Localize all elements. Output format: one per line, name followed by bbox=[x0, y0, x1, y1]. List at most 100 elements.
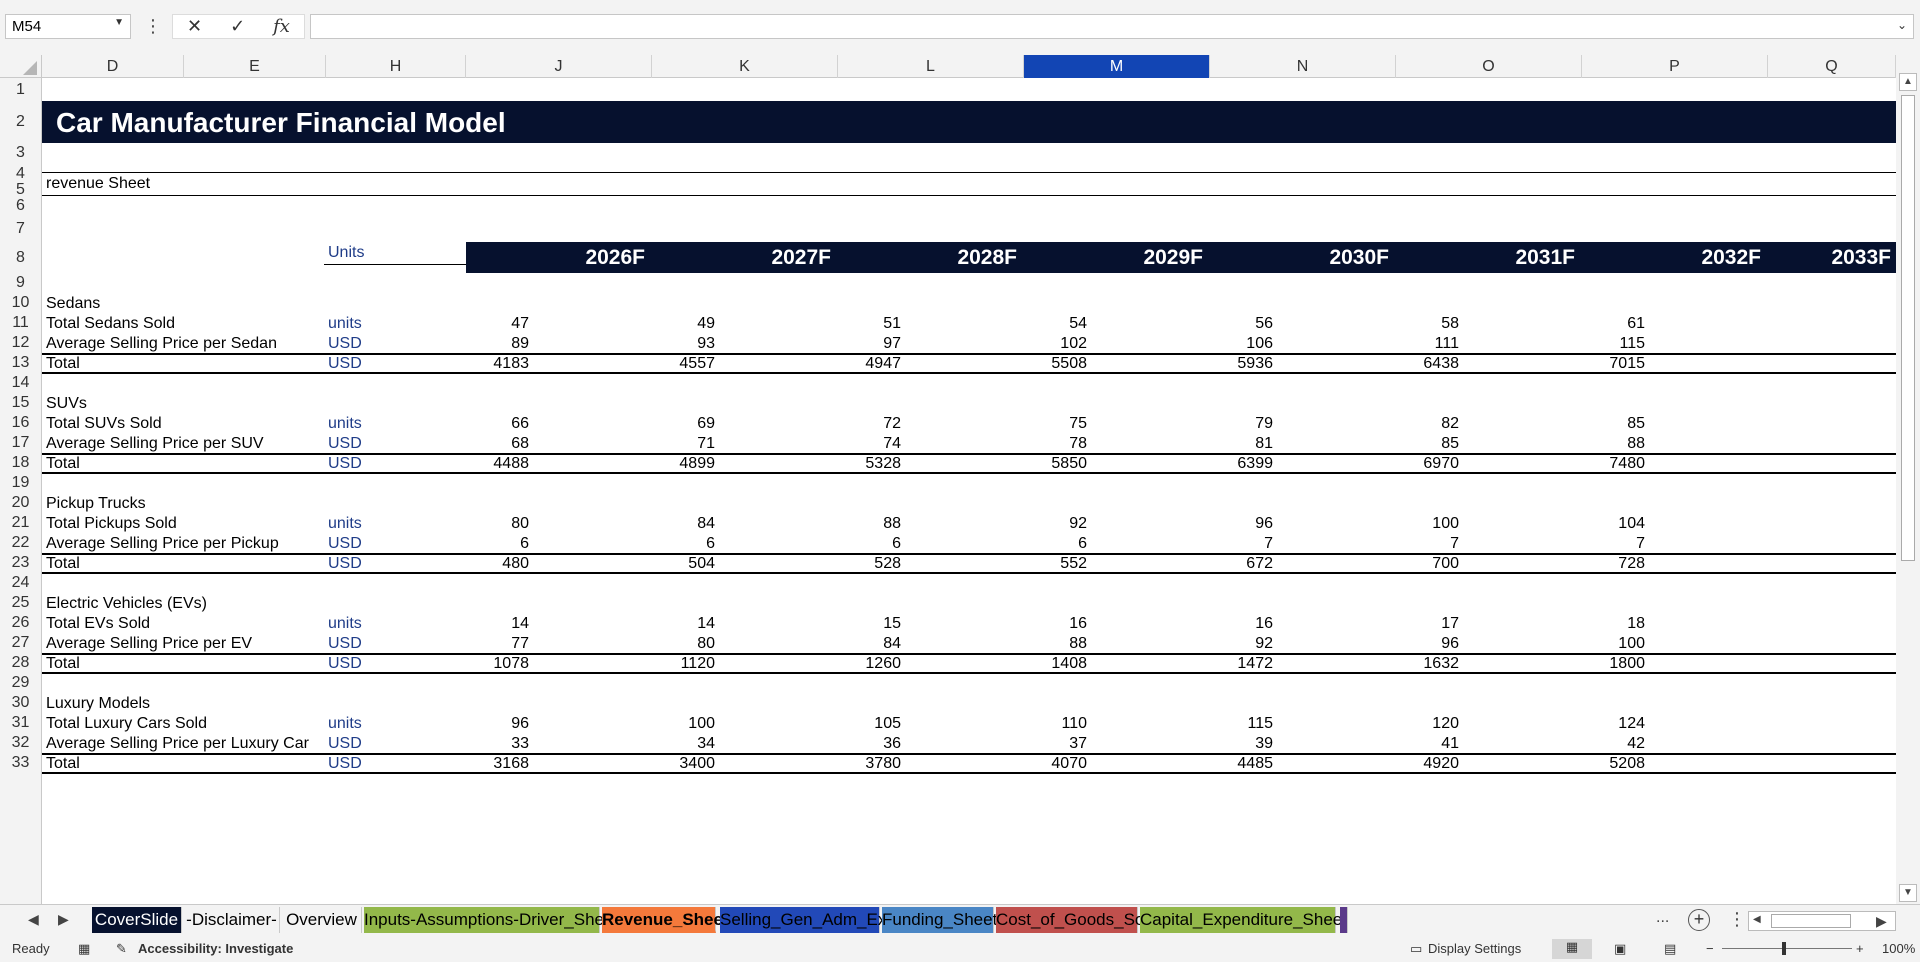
unit-cell[interactable]: USD bbox=[328, 335, 362, 353]
add-sheet-icon[interactable]: + bbox=[1688, 909, 1710, 931]
value-cell[interactable]: 4183 bbox=[429, 355, 529, 373]
sheet-tab[interactable]: Revenue_Sheet bbox=[602, 907, 729, 933]
value-cell[interactable]: 74 bbox=[801, 435, 901, 453]
row-label[interactable]: Average Selling Price per Pickup bbox=[46, 535, 279, 553]
row-label[interactable]: Total Sedans Sold bbox=[46, 315, 175, 333]
value-cell[interactable]: 79 bbox=[1173, 415, 1273, 433]
row-label[interactable]: Total EVs Sold bbox=[46, 615, 150, 633]
horizontal-scrollbar[interactable]: ◀ bbox=[1748, 911, 1896, 931]
insert-function-icon[interactable]: fx bbox=[273, 16, 290, 37]
unit-cell[interactable]: USD bbox=[328, 455, 362, 473]
cancel-icon[interactable]: ✕ bbox=[187, 16, 202, 37]
total-label[interactable]: Total bbox=[46, 455, 80, 473]
display-settings[interactable]: Display Settings bbox=[1428, 941, 1521, 956]
value-cell[interactable]: 100 bbox=[615, 715, 715, 733]
value-cell[interactable]: 54 bbox=[987, 315, 1087, 333]
value-cell[interactable]: 7 bbox=[1173, 535, 1273, 553]
value-cell[interactable]: 88 bbox=[801, 515, 901, 533]
value-cell[interactable]: 3400 bbox=[615, 755, 715, 773]
more-tabs-button[interactable]: ... bbox=[1656, 909, 1669, 927]
value-cell[interactable]: 78 bbox=[987, 435, 1087, 453]
value-cell[interactable]: 68 bbox=[429, 435, 529, 453]
row-header[interactable]: 17 bbox=[0, 433, 41, 453]
value-cell[interactable]: 1472 bbox=[1173, 655, 1273, 673]
value-cell[interactable]: 1800 bbox=[1545, 655, 1645, 673]
zoom-out-icon[interactable]: − bbox=[1706, 941, 1714, 956]
row-header[interactable]: 3 bbox=[0, 143, 41, 163]
value-cell[interactable]: 34 bbox=[615, 735, 715, 753]
value-cell[interactable]: 56 bbox=[1173, 315, 1273, 333]
value-cell[interactable]: 49 bbox=[615, 315, 715, 333]
value-cell[interactable]: 4920 bbox=[1359, 755, 1459, 773]
value-cell[interactable]: 6 bbox=[987, 535, 1087, 553]
row-header[interactable]: 27 bbox=[0, 633, 41, 653]
value-cell[interactable]: 97 bbox=[801, 335, 901, 353]
zoom-slider[interactable] bbox=[1722, 948, 1852, 949]
row-header[interactable]: 19 bbox=[0, 473, 41, 493]
column-header[interactable]: D bbox=[42, 55, 184, 78]
column-header[interactable]: M bbox=[1024, 55, 1210, 78]
row-label[interactable]: Average Selling Price per Sedan bbox=[46, 335, 277, 353]
row-label[interactable]: Total Luxury Cars Sold bbox=[46, 715, 207, 733]
value-cell[interactable]: 700 bbox=[1359, 555, 1459, 573]
value-cell[interactable]: 4557 bbox=[615, 355, 715, 373]
value-cell[interactable]: 41 bbox=[1359, 735, 1459, 753]
row-label[interactable]: Total SUVs Sold bbox=[46, 415, 162, 433]
value-cell[interactable]: 4485 bbox=[1173, 755, 1273, 773]
value-cell[interactable]: 80 bbox=[429, 515, 529, 533]
sheet-tab[interactable]: -Disclaimer- bbox=[184, 907, 280, 933]
value-cell[interactable]: 88 bbox=[1545, 435, 1645, 453]
value-cell[interactable]: 104 bbox=[1545, 515, 1645, 533]
value-cell[interactable]: 96 bbox=[429, 715, 529, 733]
column-header[interactable]: H bbox=[326, 55, 466, 78]
value-cell[interactable]: 5936 bbox=[1173, 355, 1273, 373]
value-cell[interactable]: 6 bbox=[615, 535, 715, 553]
scroll-thumb[interactable] bbox=[1901, 95, 1915, 561]
row-header[interactable]: 23 bbox=[0, 553, 41, 573]
row-header[interactable]: 2 bbox=[0, 101, 41, 143]
value-cell[interactable]: 81 bbox=[1173, 435, 1273, 453]
name-box[interactable]: M54 ▼ bbox=[5, 14, 131, 39]
value-cell[interactable]: 1120 bbox=[615, 655, 715, 673]
row-header[interactable]: 25 bbox=[0, 593, 41, 613]
row-header[interactable]: 9 bbox=[0, 273, 41, 293]
value-cell[interactable]: 1260 bbox=[801, 655, 901, 673]
value-cell[interactable]: 1078 bbox=[429, 655, 529, 673]
row-header[interactable]: 31 bbox=[0, 713, 41, 733]
unit-cell[interactable]: USD bbox=[328, 735, 362, 753]
value-cell[interactable]: 1632 bbox=[1359, 655, 1459, 673]
row-header[interactable]: 15 bbox=[0, 393, 41, 413]
row-label[interactable]: Average Selling Price per SUV bbox=[46, 435, 264, 453]
normal-view-icon[interactable]: ▦ bbox=[1552, 939, 1592, 959]
value-cell[interactable]: 72 bbox=[801, 415, 901, 433]
column-header[interactable]: K bbox=[652, 55, 838, 78]
value-cell[interactable]: 480 bbox=[429, 555, 529, 573]
chevron-down-icon[interactable]: ▼ bbox=[114, 17, 124, 28]
value-cell[interactable]: 7 bbox=[1359, 535, 1459, 553]
row-header[interactable]: 1 bbox=[0, 78, 41, 101]
value-cell[interactable]: 6 bbox=[429, 535, 529, 553]
macro-recording-icon[interactable]: ▦ bbox=[78, 941, 90, 957]
value-cell[interactable]: 5508 bbox=[987, 355, 1087, 373]
sheet-tab[interactable]: CoverSlide bbox=[92, 907, 182, 933]
value-cell[interactable]: 88 bbox=[987, 635, 1087, 653]
value-cell[interactable]: 111 bbox=[1359, 335, 1459, 353]
page-break-preview-icon[interactable]: ▤ bbox=[1664, 941, 1676, 957]
value-cell[interactable]: 58 bbox=[1359, 315, 1459, 333]
value-cell[interactable]: 75 bbox=[987, 415, 1087, 433]
expand-formula-icon[interactable]: ⌄ bbox=[1897, 18, 1907, 32]
vertical-scrollbar[interactable]: ▲ ▼ bbox=[1896, 55, 1920, 904]
formula-input[interactable]: ⌄ bbox=[310, 14, 1914, 39]
column-header[interactable]: E bbox=[184, 55, 326, 78]
column-header[interactable]: Q bbox=[1768, 55, 1896, 78]
value-cell[interactable]: 92 bbox=[1173, 635, 1273, 653]
value-cell[interactable]: 120 bbox=[1359, 715, 1459, 733]
value-cell[interactable]: 6399 bbox=[1173, 455, 1273, 473]
sheet-tab[interactable]: Selling_Gen_Adm_Exp bbox=[720, 907, 896, 933]
zoom-level[interactable]: 100% bbox=[1882, 941, 1915, 956]
row-header[interactable]: 12 bbox=[0, 333, 41, 353]
unit-cell[interactable]: USD bbox=[328, 635, 362, 653]
row-header[interactable]: 11 bbox=[0, 313, 41, 333]
value-cell[interactable]: 89 bbox=[429, 335, 529, 353]
unit-cell[interactable]: USD bbox=[328, 435, 362, 453]
